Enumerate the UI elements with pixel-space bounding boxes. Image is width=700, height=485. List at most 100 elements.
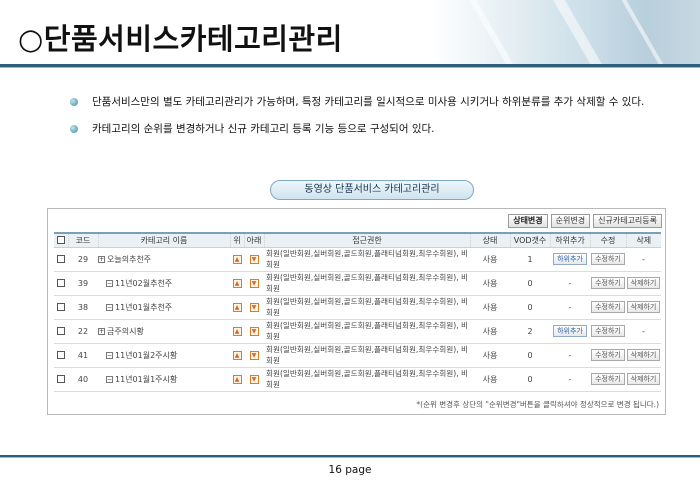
- table-row: 41 −11년01월2주시황 ▲ ▼ 회원(일반회원,실버회원,골드회원,플래티…: [54, 343, 661, 368]
- tree-toggle-icon[interactable]: +: [98, 255, 105, 263]
- status-change-button[interactable]: 상태변경: [508, 214, 548, 228]
- toolbar: 상태변경 순위변경 신규카테고리등록: [508, 214, 662, 228]
- panel-title: 동영상 단품서비스 카테고리관리: [270, 180, 474, 200]
- description-item: 카테고리의 순위를 변경하거나 신규 카테고리 등록 기능 등으로 구성되어 있…: [70, 119, 650, 139]
- cell-vod: 0: [510, 295, 550, 320]
- cell-vod: 0: [510, 271, 550, 296]
- description-list: 단품서비스만의 별도 카테고리관리가 가능하며, 특정 카테고리를 일시적으로 …: [70, 92, 650, 146]
- cell-name[interactable]: 11년02월추천주: [115, 279, 172, 288]
- row-checkbox[interactable]: [57, 279, 65, 287]
- tree-toggle-icon[interactable]: +: [98, 327, 105, 335]
- arrow-down-icon[interactable]: ▼: [249, 254, 259, 264]
- arrow-up-icon[interactable]: ▲: [232, 254, 242, 264]
- arrow-down-icon[interactable]: ▼: [249, 326, 259, 336]
- category-table: 코드 카테고리 이름 위 아래 접근권한 상태 VOD갯수 하위추가 수정 삭제…: [54, 232, 661, 392]
- cell-delete: -: [626, 247, 661, 272]
- cell-sub: -: [550, 367, 590, 392]
- rank-change-note: *(순위 변경후 상단의 "순위변경"버튼을 클릭하셔야 정상적으로 변경 됩니…: [416, 400, 659, 409]
- cell-code: 40: [68, 367, 98, 392]
- add-sub-button[interactable]: 하위추가: [553, 253, 587, 265]
- edit-button[interactable]: 수정하기: [591, 325, 625, 337]
- edit-button[interactable]: 수정하기: [591, 253, 625, 265]
- cell-name[interactable]: 11년01월추천주: [115, 303, 172, 312]
- tree-toggle-icon[interactable]: −: [106, 375, 113, 383]
- cell-sub: -: [550, 295, 590, 320]
- select-all-checkbox[interactable]: [56, 236, 65, 245]
- row-checkbox[interactable]: [57, 255, 65, 263]
- row-checkbox[interactable]: [57, 375, 65, 383]
- row-checkbox[interactable]: [57, 303, 65, 311]
- cell-name[interactable]: 11년01월1주시황: [115, 375, 177, 384]
- category-panel: 상태변경 순위변경 신규카테고리등록 코드 카테고리 이름 위 아래 접근권한 …: [47, 208, 666, 415]
- cell-delete: -: [626, 319, 661, 344]
- arrow-up-icon[interactable]: ▲: [232, 350, 242, 360]
- rank-change-button[interactable]: 순위변경: [550, 214, 591, 228]
- row-checkbox[interactable]: [57, 351, 65, 359]
- cell-name[interactable]: 금주의시황: [107, 327, 144, 336]
- edit-button[interactable]: 수정하기: [591, 277, 625, 289]
- cell-sub: -: [550, 271, 590, 296]
- cell-code: 22: [68, 319, 98, 344]
- header-sub: 하위추가: [549, 232, 590, 248]
- cell-status: 사용: [470, 343, 510, 368]
- select-all-header: [54, 232, 68, 248]
- arrow-down-icon[interactable]: ▼: [249, 278, 259, 288]
- delete-button[interactable]: 삭제하기: [626, 301, 661, 313]
- table-row: 40 −11년01월1주시황 ▲ ▼ 회원(일반회원,실버회원,골드회원,플래티…: [54, 367, 661, 392]
- arrow-down-icon[interactable]: ▼: [249, 350, 259, 360]
- cell-name[interactable]: 11년01월2주시황: [115, 351, 177, 360]
- header-status: 상태: [469, 232, 510, 248]
- tree-toggle-icon[interactable]: −: [106, 351, 113, 359]
- cell-name[interactable]: 오늘의추천주: [107, 255, 151, 264]
- edit-button[interactable]: 수정하기: [591, 349, 625, 361]
- description-text: 카테고리의 순위를 변경하거나 신규 카테고리 등록 기능 등으로 구성되어 있…: [92, 123, 435, 135]
- header-edit: 수정: [589, 232, 626, 248]
- cell-sub: -: [550, 343, 590, 368]
- cell-vod: 0: [510, 343, 550, 368]
- cell-access: 회원(일반회원,실버회원,골드회원,플래티넘회원,최우수회원), 비회원: [264, 295, 470, 320]
- tree-toggle-icon[interactable]: −: [106, 279, 113, 287]
- cell-vod: 2: [510, 319, 550, 344]
- table-header-row: 코드 카테고리 이름 위 아래 접근권한 상태 VOD갯수 하위추가 수정 삭제: [54, 232, 661, 248]
- arrow-up-icon[interactable]: ▲: [232, 326, 242, 336]
- header-up: 위: [229, 232, 244, 248]
- bullet-dot-icon: [70, 125, 78, 133]
- cell-status: 사용: [470, 367, 510, 392]
- header-delete: 삭제: [625, 232, 661, 248]
- cell-vod: 1: [510, 247, 550, 272]
- header-photo: [430, 0, 700, 64]
- cell-access: 회원(일반회원,실버회원,골드회원,플래티넘회원,최우수회원), 비회원: [264, 343, 470, 368]
- new-category-button[interactable]: 신규카테고리등록: [593, 214, 662, 228]
- cell-code: 29: [68, 247, 98, 272]
- header-vod: VOD갯수: [509, 232, 550, 248]
- edit-button[interactable]: 수정하기: [591, 301, 625, 313]
- arrow-up-icon[interactable]: ▲: [232, 374, 242, 384]
- table-row: 22 + 금주의시황 ▲ ▼ 회원(일반회원,실버회원,골드회원,플래티넘회원,최…: [54, 319, 661, 344]
- cell-access: 회원(일반회원,실버회원,골드회원,플래티넘회원,최우수회원), 비회원: [264, 247, 470, 272]
- row-checkbox[interactable]: [57, 327, 65, 335]
- arrow-down-icon[interactable]: ▼: [249, 374, 259, 384]
- arrow-up-icon[interactable]: ▲: [232, 278, 242, 288]
- header-name: 카테고리 이름: [97, 232, 230, 248]
- cell-access: 회원(일반회원,실버회원,골드회원,플래티넘회원,최우수회원), 비회원: [264, 367, 470, 392]
- arrow-down-icon[interactable]: ▼: [249, 302, 259, 312]
- description-item: 단품서비스만의 별도 카테고리관리가 가능하며, 특정 카테고리를 일시적으로 …: [70, 92, 650, 112]
- page-number: 16 page: [328, 464, 372, 476]
- table-row: 38 −11년01월추천주 ▲ ▼ 회원(일반회원,실버회원,골드회원,플래티넘…: [54, 295, 661, 320]
- delete-button[interactable]: 삭제하기: [626, 373, 661, 385]
- cell-status: 사용: [470, 319, 510, 344]
- header-down: 아래: [243, 232, 264, 248]
- add-sub-button[interactable]: 하위추가: [553, 325, 587, 337]
- table-row: 39 −11년02월추천주 ▲ ▼ 회원(일반회원,실버회원,골드회원,플래티넘…: [54, 271, 661, 296]
- description-text: 단품서비스만의 별도 카테고리관리가 가능하며, 특정 카테고리를 일시적으로 …: [92, 96, 645, 108]
- cell-vod: 0: [510, 367, 550, 392]
- edit-button[interactable]: 수정하기: [591, 373, 625, 385]
- tree-toggle-icon[interactable]: −: [106, 303, 113, 311]
- cell-status: 사용: [470, 247, 510, 272]
- delete-button[interactable]: 삭제하기: [626, 277, 661, 289]
- bullet-dot-icon: [70, 98, 78, 106]
- footer-divider-thin: [0, 457, 700, 458]
- delete-button[interactable]: 삭제하기: [626, 349, 661, 361]
- arrow-up-icon[interactable]: ▲: [232, 302, 242, 312]
- cell-status: 사용: [470, 271, 510, 296]
